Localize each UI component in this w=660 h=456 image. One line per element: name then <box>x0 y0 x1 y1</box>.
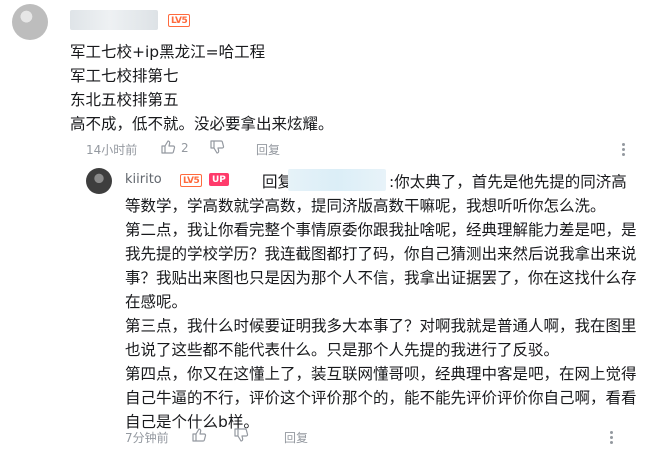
reply-line: 第二点，我让你看完整个事情原委你跟我扯啥呢，经典理解能力差是吧，是 <box>125 221 637 239</box>
more-options-icon[interactable] <box>610 431 614 446</box>
reply-time: 7分钟前 <box>125 431 169 445</box>
reply-level-badge: LV5 <box>180 174 203 187</box>
more-options-icon[interactable] <box>622 143 626 158</box>
reply-button[interactable]: 回复 <box>256 141 280 158</box>
reply-button[interactable]: 回复 <box>284 429 308 446</box>
reply-body: 等数学，学高数就学高数，提同济版高数干嘛呢，我想听听你怎么洗。 第二点，我让你看… <box>125 194 645 434</box>
reply-line: 自己牛逼的不行，评价这个评价那个的，能不能先评价评价你自己啊，看看 <box>125 389 637 407</box>
mentioned-user-redacted[interactable] <box>288 169 386 191</box>
reply-line: 事？我贴出来图也只是因为那个人不信，我拿出证据罢了，你在这找什么存 <box>125 269 637 287</box>
like-count: 2 <box>181 141 189 155</box>
reply-username[interactable]: kiirito <box>125 172 162 187</box>
reply-line: 在感呢。 <box>125 293 188 311</box>
comment-line: 军工七校排第七 <box>70 67 179 85</box>
reply-first-line: :你太典了，首先是他先提的同济高 <box>389 173 627 191</box>
thumbs-up-icon[interactable] <box>160 139 176 155</box>
comment-line: 东北五校排第五 <box>70 91 179 109</box>
thumbs-down-icon[interactable] <box>209 139 225 155</box>
reply-line: 第三点，我什么时候要证明我多大本事了？对啊我就是普通人啊，我在图里 <box>125 317 637 335</box>
reply-line: 我先提的学校学历？我连截图都打了码，你自己猜测出来然后说我拿出来说 <box>125 245 637 263</box>
username-redacted[interactable] <box>70 10 158 30</box>
reply-line: 等数学，学高数就学高数，提同济版高数干嘛呢，我想听听你怎么洗。 <box>125 197 606 215</box>
reply-line: 第四点，你又在这懂上了，装互联网懂哥呗，经典理中客是吧，在网上觉得 <box>125 365 637 383</box>
comment-line: 军工七校+ip黑龙江=哈工程 <box>70 43 266 61</box>
reply-line: 也说了这些都不能代表什么。只是那个人先提的我进行了反驳。 <box>125 341 560 359</box>
level-badge: LV5 <box>168 14 191 27</box>
comment-time: 14小时前 <box>86 143 138 157</box>
avatar[interactable] <box>12 4 48 40</box>
up-badge: UP <box>209 173 229 186</box>
comment-line: 高不成，低不就。没必要拿出来炫耀。 <box>70 115 334 133</box>
reply-avatar[interactable] <box>86 168 112 194</box>
thumbs-down-icon[interactable] <box>233 427 249 443</box>
thumbs-up-icon[interactable] <box>191 427 207 443</box>
comment-body: 军工七校+ip黑龙江=哈工程 军工七校排第七 东北五校排第五 高不成，低不就。没… <box>70 40 630 136</box>
